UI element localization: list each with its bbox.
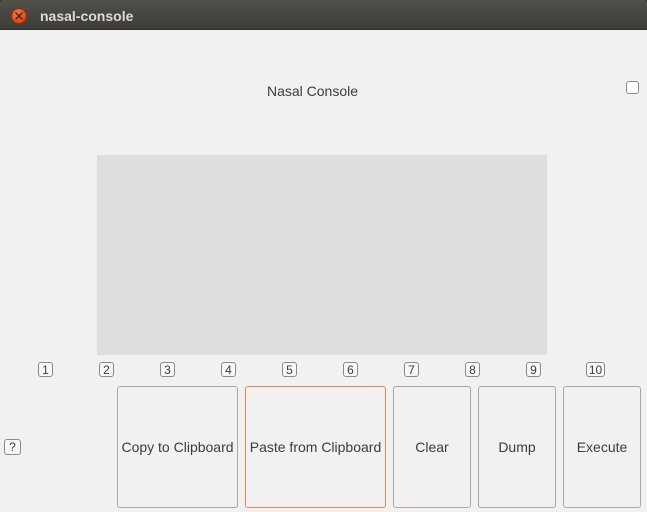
clear-button[interactable]: Clear: [393, 386, 471, 508]
help-button[interactable]: ?: [4, 439, 21, 455]
page-title: Nasal Console: [266, 83, 359, 99]
column-number-10[interactable]: 10: [586, 362, 605, 377]
column-number-2[interactable]: 2: [99, 362, 114, 377]
column-number-6[interactable]: 6: [343, 362, 358, 377]
console-panel: Nasal Console 1 2 3 4 5 6 7 8 9 10 ? Cop…: [2, 30, 643, 510]
column-number-3[interactable]: 3: [160, 362, 175, 377]
column-number-5[interactable]: 5: [282, 362, 297, 377]
close-icon[interactable]: [11, 8, 27, 24]
copy-to-clipboard-button[interactable]: Copy to Clipboard: [117, 386, 238, 508]
execute-button[interactable]: Execute: [563, 386, 641, 508]
dump-button[interactable]: Dump: [478, 386, 556, 508]
column-number-9[interactable]: 9: [526, 362, 541, 377]
app-window: nasal-console Nasal Console 1 2 3 4 5 6 …: [0, 0, 647, 512]
column-number-7[interactable]: 7: [404, 362, 419, 377]
column-number-8[interactable]: 8: [465, 362, 480, 377]
column-number-4[interactable]: 4: [221, 362, 236, 377]
column-number-1[interactable]: 1: [38, 362, 53, 377]
window-title: nasal-console: [40, 8, 134, 24]
console-output-area[interactable]: [97, 155, 547, 355]
option-checkbox[interactable]: [626, 81, 639, 94]
paste-from-clipboard-button[interactable]: Paste from Clipboard: [245, 386, 386, 508]
title-bar[interactable]: nasal-console: [0, 0, 647, 30]
